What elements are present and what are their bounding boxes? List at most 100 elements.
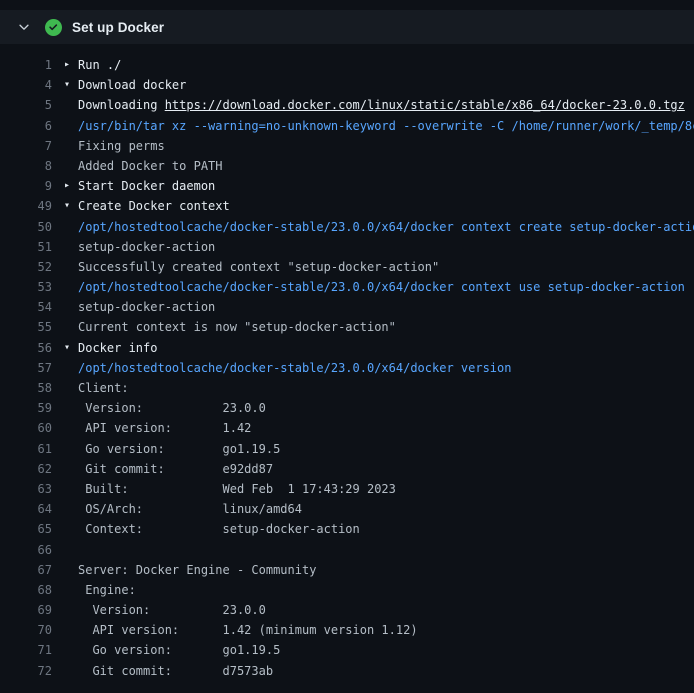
group-toggle-icon (64, 600, 78, 620)
line-number[interactable]: 5 (0, 95, 52, 115)
log-text: Docker info (78, 338, 157, 358)
log-text: Download docker (78, 75, 186, 95)
log-line: 71 Go version: go1.19.5 (0, 640, 694, 660)
group-toggle-icon (64, 116, 78, 136)
line-number[interactable]: 67 (0, 560, 52, 580)
line-number[interactable]: 4 (0, 75, 52, 95)
line-number[interactable]: 52 (0, 257, 52, 277)
log-text: Run ./ (78, 55, 121, 75)
log-container: 1 ▸ Run ./ 4 ▾ Download docker 5 Downloa… (0, 44, 694, 681)
group-toggle-icon[interactable]: ▸ (64, 176, 78, 196)
line-number[interactable]: 57 (0, 358, 52, 378)
log-line: 66 (0, 540, 694, 560)
group-toggle-icon (64, 95, 78, 115)
group-toggle-icon (64, 459, 78, 479)
group-toggle-icon (64, 136, 78, 156)
log-text: Git commit: d7573ab (78, 661, 273, 681)
group-toggle-icon (64, 156, 78, 176)
line-number[interactable]: 69 (0, 600, 52, 620)
group-toggle-icon (64, 640, 78, 660)
line-number[interactable]: 51 (0, 237, 52, 257)
log-text: Current context is now "setup-docker-act… (78, 317, 396, 337)
group-toggle-icon (64, 519, 78, 539)
log-line: 60 API version: 1.42 (0, 418, 694, 438)
step-header[interactable]: Set up Docker (0, 10, 694, 44)
line-number[interactable]: 55 (0, 317, 52, 337)
line-number[interactable]: 63 (0, 479, 52, 499)
line-number[interactable]: 60 (0, 418, 52, 438)
group-toggle-icon[interactable]: ▾ (64, 338, 78, 358)
group-toggle-icon (64, 217, 78, 237)
log-line: 65 Context: setup-docker-action (0, 519, 694, 539)
log-line: 62 Git commit: e92dd87 (0, 459, 694, 479)
log-line: 51 setup-docker-action (0, 237, 694, 257)
log-line: 56 ▾ Docker info (0, 338, 694, 358)
log-line: 6 /usr/bin/tar xz --warning=no-unknown-k… (0, 116, 694, 136)
group-toggle-icon (64, 297, 78, 317)
log-text: Version: 23.0.0 (78, 600, 266, 620)
log-text: API version: 1.42 (minimum version 1.12) (78, 620, 418, 640)
line-number[interactable]: 72 (0, 661, 52, 681)
group-toggle-icon (64, 580, 78, 600)
line-number[interactable]: 64 (0, 499, 52, 519)
line-number[interactable]: 71 (0, 640, 52, 660)
log-line: 55 Current context is now "setup-docker-… (0, 317, 694, 337)
line-number[interactable]: 58 (0, 378, 52, 398)
group-toggle-icon (64, 398, 78, 418)
line-number[interactable]: 8 (0, 156, 52, 176)
line-number[interactable]: 6 (0, 116, 52, 136)
group-toggle-icon (64, 277, 78, 297)
log-text-prefix: Downloading (78, 98, 165, 112)
log-text: Version: 23.0.0 (78, 398, 266, 418)
log-text: Downloading https://download.docker.com/… (78, 95, 685, 115)
line-number[interactable]: 49 (0, 196, 52, 216)
group-toggle-icon[interactable]: ▸ (64, 55, 78, 75)
log-line: 64 OS/Arch: linux/amd64 (0, 499, 694, 519)
group-toggle-icon (64, 257, 78, 277)
chevron-down-icon[interactable] (16, 19, 32, 35)
log-text: Successfully created context "setup-dock… (78, 257, 439, 277)
line-number[interactable]: 66 (0, 540, 52, 560)
log-text: Start Docker daemon (78, 176, 215, 196)
log-line: 61 Go version: go1.19.5 (0, 439, 694, 459)
log-line: 8 Added Docker to PATH (0, 156, 694, 176)
log-url-link[interactable]: https://download.docker.com/linux/static… (165, 98, 685, 112)
log-text: Go version: go1.19.5 (78, 439, 280, 459)
line-number[interactable]: 1 (0, 55, 52, 75)
log-line: 59 Version: 23.0.0 (0, 398, 694, 418)
group-toggle-icon (64, 237, 78, 257)
log-text: Built: Wed Feb 1 17:43:29 2023 (78, 479, 396, 499)
group-toggle-icon[interactable]: ▾ (64, 196, 78, 216)
log-text: Fixing perms (78, 136, 165, 156)
log-line: 67 Server: Docker Engine - Community (0, 560, 694, 580)
log-text: Client: (78, 378, 129, 398)
line-number[interactable]: 50 (0, 217, 52, 237)
group-toggle-icon (64, 479, 78, 499)
line-number[interactable]: 61 (0, 439, 52, 459)
line-number[interactable]: 9 (0, 176, 52, 196)
line-number[interactable]: 62 (0, 459, 52, 479)
line-number[interactable]: 68 (0, 580, 52, 600)
log-line: 70 API version: 1.42 (minimum version 1.… (0, 620, 694, 640)
line-number[interactable]: 59 (0, 398, 52, 418)
group-toggle-icon (64, 439, 78, 459)
log-text: /opt/hostedtoolcache/docker-stable/23.0.… (78, 277, 685, 297)
line-number[interactable]: 53 (0, 277, 52, 297)
log-line: 58 Client: (0, 378, 694, 398)
group-toggle-icon (64, 317, 78, 337)
log-line: 54 setup-docker-action (0, 297, 694, 317)
group-toggle-icon[interactable]: ▾ (64, 75, 78, 95)
line-number[interactable]: 54 (0, 297, 52, 317)
line-number[interactable]: 70 (0, 620, 52, 640)
line-number[interactable]: 7 (0, 136, 52, 156)
line-number[interactable]: 56 (0, 338, 52, 358)
log-text: /opt/hostedtoolcache/docker-stable/23.0.… (78, 358, 511, 378)
log-line: 52 Successfully created context "setup-d… (0, 257, 694, 277)
group-toggle-icon (64, 560, 78, 580)
line-number[interactable]: 65 (0, 519, 52, 539)
log-line: 49 ▾ Create Docker context (0, 196, 694, 216)
log-line: 7 Fixing perms (0, 136, 694, 156)
log-text: Create Docker context (78, 196, 230, 216)
log-text: Engine: (78, 580, 136, 600)
log-line: 68 Engine: (0, 580, 694, 600)
